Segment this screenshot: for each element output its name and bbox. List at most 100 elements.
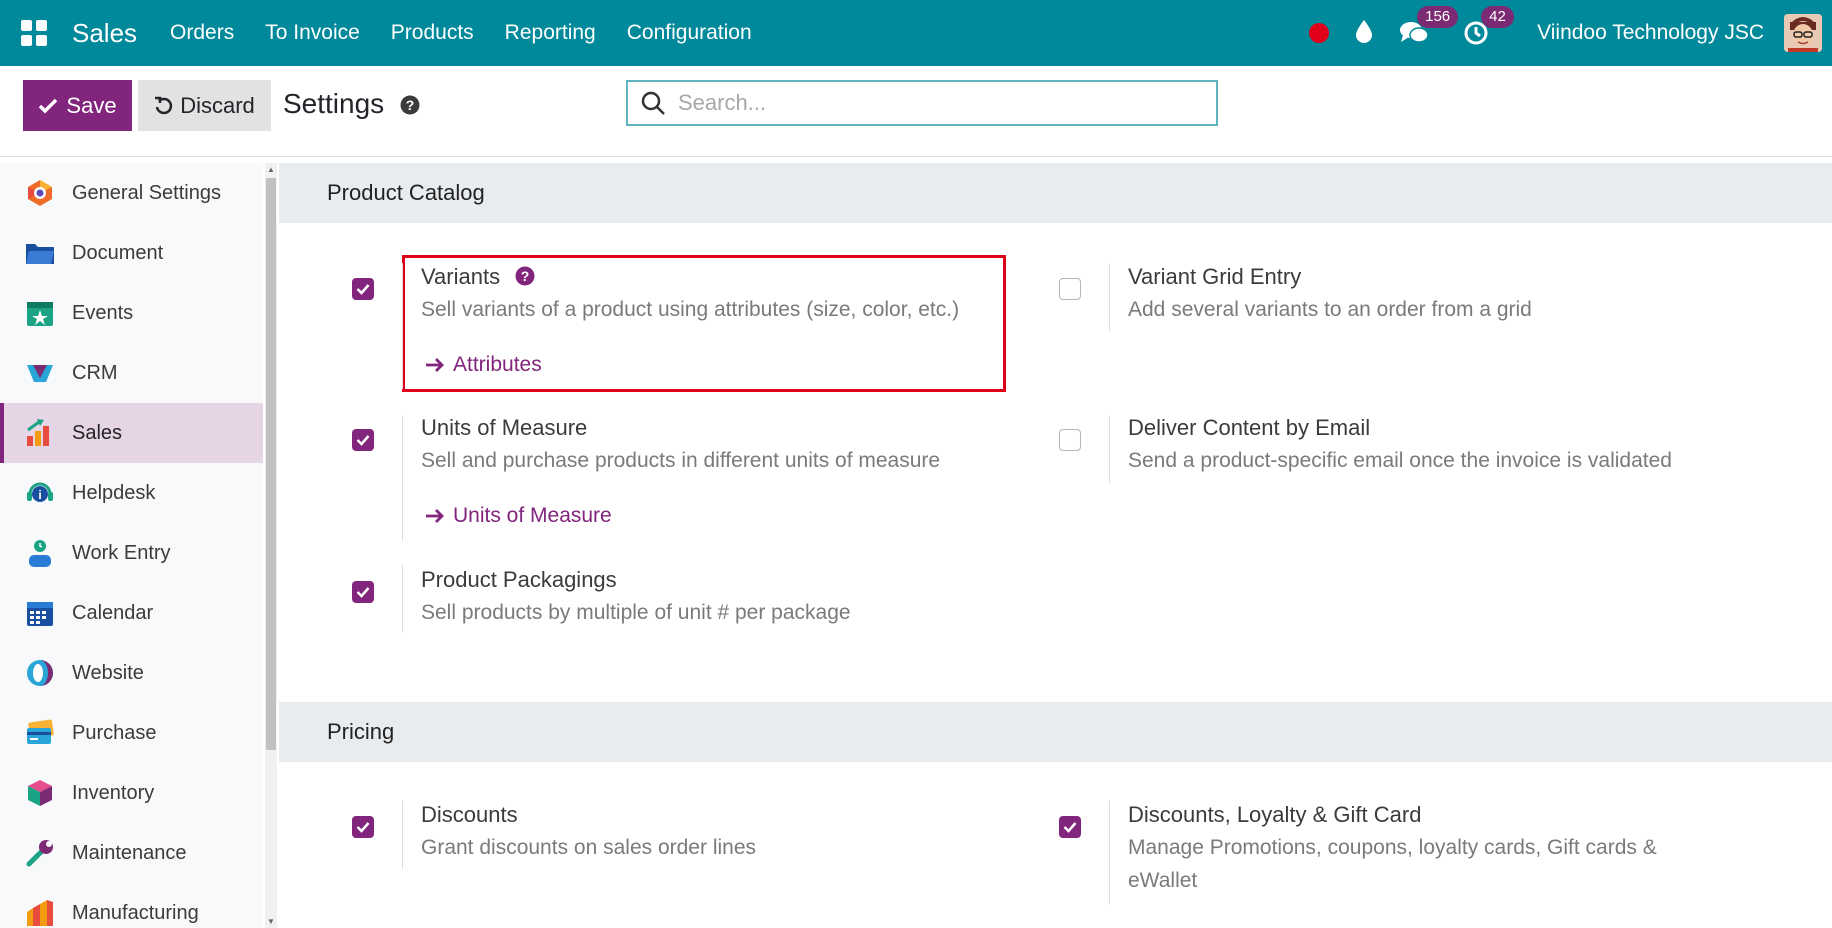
top-navbar: Sales Orders To Invoice Products Reporti… xyxy=(0,0,1832,66)
packaging-title: Product Packagings xyxy=(421,567,617,592)
variants-checkbox[interactable] xyxy=(352,278,374,300)
save-button[interactable]: Save xyxy=(23,80,132,131)
variants-title: Variants xyxy=(421,264,501,289)
section-title: Pricing xyxy=(327,719,395,744)
sidebar-item-helpdesk[interactable]: i Helpdesk xyxy=(0,463,263,523)
sidebar-item-label: Inventory xyxy=(72,781,155,804)
discard-label: Discard xyxy=(180,92,255,118)
svg-text:?: ? xyxy=(521,268,530,284)
units-of-measure-link[interactable]: Units of Measure xyxy=(425,504,612,528)
deliver-content-checkbox[interactable] xyxy=(1059,429,1081,451)
calendar-icon xyxy=(24,597,56,629)
sidebar-item-label: Manufacturing xyxy=(72,901,199,924)
arrow-right-icon xyxy=(426,509,444,523)
messages-button[interactable]: 156 xyxy=(1399,6,1459,48)
check-icon xyxy=(356,435,370,446)
menu-configuration[interactable]: Configuration xyxy=(627,21,752,45)
divider xyxy=(402,263,403,389)
website-icon xyxy=(24,657,56,689)
settings-main: Product Catalog Variants ? Sell variants… xyxy=(279,163,1832,928)
menu-orders[interactable]: Orders xyxy=(170,21,234,45)
sidebar-item-website[interactable]: Website xyxy=(0,643,263,703)
wrench-icon xyxy=(24,837,56,869)
scrollbar-thumb[interactable] xyxy=(266,178,276,750)
menu-products[interactable]: Products xyxy=(391,21,474,45)
save-label: Save xyxy=(66,92,117,118)
divider xyxy=(1109,801,1110,905)
activities-badge: 42 xyxy=(1481,6,1514,28)
sidebar-item-label: General Settings xyxy=(72,181,221,204)
discounts-checkbox[interactable] xyxy=(352,816,374,838)
general-settings-icon xyxy=(24,177,56,209)
sidebar-item-label: Purchase xyxy=(72,721,157,744)
sidebar-item-document[interactable]: Document xyxy=(0,223,263,283)
discounts-title: Discounts xyxy=(421,802,518,827)
drop-icon[interactable] xyxy=(1355,19,1373,48)
menu-reporting[interactable]: Reporting xyxy=(505,21,596,45)
packaging-description: Sell products by multiple of unit # per … xyxy=(421,601,851,624)
calendar-star-icon xyxy=(24,297,56,329)
sidebar-item-maintenance[interactable]: Maintenance xyxy=(0,823,263,883)
sidebar-item-label: Document xyxy=(72,241,164,264)
deliver-content-title: Deliver Content by Email xyxy=(1128,415,1371,440)
loyalty-description: Manage Promotions, coupons, loyalty card… xyxy=(1128,836,1657,892)
section-title: Product Catalog xyxy=(327,180,485,205)
svg-text:?: ? xyxy=(406,97,415,113)
variants-help-icon[interactable]: ? xyxy=(515,266,535,291)
sidebar-item-calendar[interactable]: Calendar xyxy=(0,583,263,643)
svg-text:i: i xyxy=(38,488,41,502)
sidebar-item-crm[interactable]: CRM xyxy=(0,343,263,403)
section-header-product-catalog: Product Catalog xyxy=(279,163,1832,223)
apps-grid-icon[interactable] xyxy=(21,20,47,46)
help-icon[interactable]: ? xyxy=(400,95,420,120)
credit-card-icon xyxy=(24,717,56,749)
menu-to-invoice[interactable]: To Invoice xyxy=(265,21,360,45)
variant-grid-title: Variant Grid Entry xyxy=(1128,264,1302,289)
sidebar-item-purchase[interactable]: Purchase xyxy=(0,703,263,763)
uom-description: Sell and purchase products in different … xyxy=(421,449,941,472)
discard-button[interactable]: Discard xyxy=(138,80,271,131)
sidebar-item-label: CRM xyxy=(72,361,118,384)
page-title: Settings xyxy=(283,88,385,119)
sidebar-item-work-entry[interactable]: Work Entry xyxy=(0,523,263,583)
scroll-down-arrow-icon[interactable]: ▼ xyxy=(267,917,275,926)
check-icon xyxy=(356,284,370,295)
activities-button[interactable]: 42 xyxy=(1463,6,1514,48)
arrow-right-icon xyxy=(426,358,444,372)
sidebar-item-label: Maintenance xyxy=(72,841,187,864)
loyalty-checkbox[interactable] xyxy=(1059,816,1081,838)
variant-grid-description: Add several variants to an order from a … xyxy=(1128,298,1532,321)
recording-icon[interactable] xyxy=(1309,23,1330,43)
user-avatar[interactable] xyxy=(1784,14,1822,52)
sidebar-item-events[interactable]: Events xyxy=(0,283,263,343)
discounts-description: Grant discounts on sales order lines xyxy=(421,836,757,859)
sidebar-scrollbar[interactable]: ▲ ▼ xyxy=(265,163,277,928)
attributes-link[interactable]: Attributes xyxy=(425,353,542,377)
search-input[interactable] xyxy=(676,89,1200,117)
uom-checkbox[interactable] xyxy=(352,429,374,451)
divider xyxy=(402,415,403,541)
sales-chart-icon xyxy=(24,417,56,449)
divider xyxy=(1109,415,1110,483)
sidebar-item-manufacturing[interactable]: Manufacturing xyxy=(0,883,263,928)
variant-grid-checkbox[interactable] xyxy=(1059,278,1081,300)
section-header-pricing: Pricing xyxy=(279,702,1832,762)
app-name[interactable]: Sales xyxy=(72,18,137,49)
search-icon xyxy=(641,91,665,115)
sidebar-item-sales[interactable]: Sales xyxy=(0,403,263,463)
check-icon xyxy=(39,98,58,113)
deliver-content-description: Send a product-specific email once the i… xyxy=(1128,449,1672,472)
packaging-checkbox[interactable] xyxy=(352,581,374,603)
company-switcher[interactable]: Viindoo Technology JSC xyxy=(1537,21,1764,45)
sidebar-item-label: Website xyxy=(72,661,144,684)
factory-icon xyxy=(24,897,56,928)
person-clock-icon xyxy=(24,537,56,569)
sidebar-item-label: Calendar xyxy=(72,601,154,624)
headset-icon: i xyxy=(24,477,56,509)
search-box[interactable] xyxy=(626,80,1218,126)
sidebar-item-general-settings[interactable]: General Settings xyxy=(0,163,263,223)
sidebar-item-label: Events xyxy=(72,301,134,324)
scroll-up-arrow-icon[interactable]: ▲ xyxy=(267,165,275,174)
settings-sidebar: General Settings Document Events CRM Sal… xyxy=(0,163,263,928)
sidebar-item-inventory[interactable]: Inventory xyxy=(0,763,263,823)
